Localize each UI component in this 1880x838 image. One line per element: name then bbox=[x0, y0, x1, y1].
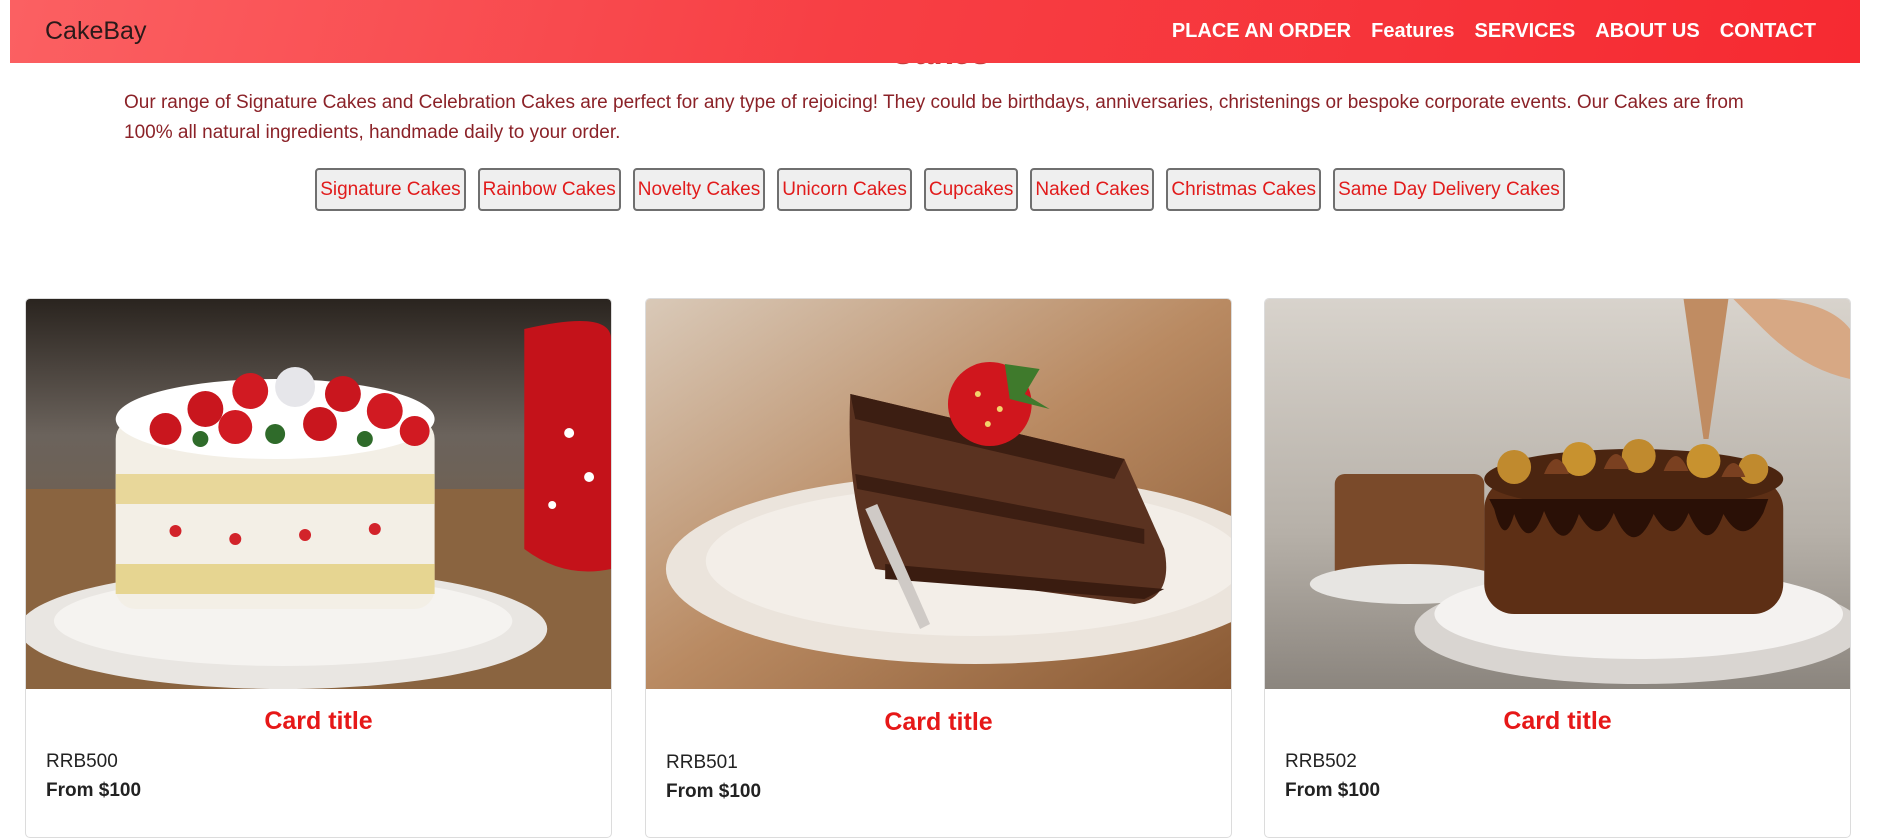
chocolate-cake-slice-image bbox=[646, 299, 1231, 689]
section-intro: Our range of Signature Cakes and Celebra… bbox=[124, 92, 1744, 143]
card-price: From $100 bbox=[1285, 780, 1381, 801]
card-price: From $100 bbox=[46, 780, 142, 801]
category-button-unicorn-cakes[interactable]: Unicorn Cakes bbox=[777, 168, 912, 211]
top-navbar: CakeBay PLACE AN ORDER Features SERVICES… bbox=[10, 0, 1860, 63]
chocolate-drip-cake-image bbox=[1265, 299, 1850, 689]
card-title: Card title bbox=[264, 707, 373, 735]
product-card[interactable]: Card title RRB500 From $100 bbox=[25, 298, 612, 838]
card-title: Card title bbox=[1503, 707, 1612, 735]
category-button-christmas-cakes[interactable]: Christmas Cakes bbox=[1166, 168, 1322, 211]
category-button-cupcakes[interactable]: Cupcakes bbox=[923, 168, 1019, 211]
card-product-code: RRB502 bbox=[1285, 751, 1357, 772]
nav-link-contact[interactable]: CONTACT bbox=[1720, 20, 1816, 43]
nav-link-about-us[interactable]: ABOUT US bbox=[1595, 20, 1699, 43]
brand-logo[interactable]: CakeBay bbox=[45, 17, 146, 46]
product-card[interactable]: Card title RRB501 From $100 bbox=[645, 298, 1232, 838]
nav-link-place-an-order[interactable]: PLACE AN ORDER bbox=[1172, 20, 1351, 43]
product-card[interactable]: Card title RRB502 From $100 bbox=[1264, 298, 1851, 838]
card-product-code: RRB500 bbox=[46, 751, 118, 772]
nav-link-services[interactable]: SERVICES bbox=[1474, 20, 1575, 43]
nav-link-features[interactable]: Features bbox=[1371, 20, 1454, 43]
category-buttons: Signature Cakes Rainbow Cakes Novelty Ca… bbox=[0, 168, 1880, 211]
category-button-signature-cakes[interactable]: Signature Cakes bbox=[315, 168, 466, 211]
category-button-naked-cakes[interactable]: Naked Cakes bbox=[1030, 168, 1155, 211]
card-product-code: RRB501 bbox=[666, 752, 738, 773]
strawberry-layer-cake-image bbox=[26, 299, 611, 689]
nav-links: PLACE AN ORDER Features SERVICES ABOUT U… bbox=[1172, 20, 1816, 43]
category-button-rainbow-cakes[interactable]: Rainbow Cakes bbox=[477, 168, 621, 211]
card-price: From $100 bbox=[666, 781, 762, 802]
card-title: Card title bbox=[884, 708, 993, 736]
category-button-same-day-delivery-cakes[interactable]: Same Day Delivery Cakes bbox=[1333, 168, 1565, 211]
category-button-novelty-cakes[interactable]: Novelty Cakes bbox=[632, 168, 766, 211]
